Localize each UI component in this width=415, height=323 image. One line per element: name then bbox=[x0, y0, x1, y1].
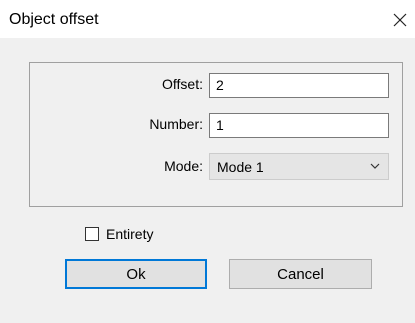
entirety-checkbox[interactable] bbox=[85, 227, 99, 241]
offset-field[interactable]: 2 bbox=[209, 73, 389, 98]
offset-label: Offset: bbox=[162, 76, 203, 92]
mode-label: Mode: bbox=[164, 158, 203, 174]
cancel-button[interactable]: Cancel bbox=[229, 259, 372, 289]
number-label: Number: bbox=[149, 116, 203, 132]
entirety-label[interactable]: Entirety bbox=[106, 226, 153, 242]
ok-button[interactable]: Ok bbox=[65, 259, 207, 289]
title-bar: Object offset bbox=[0, 0, 415, 38]
close-icon bbox=[393, 13, 407, 27]
mode-select[interactable]: Mode 1 bbox=[209, 153, 389, 180]
dialog-title: Object offset bbox=[9, 11, 99, 28]
object-offset-dialog: Object offset Offset: 2 Number: 1 Mode: … bbox=[0, 0, 415, 323]
close-button[interactable] bbox=[385, 6, 415, 34]
dialog-body: Offset: 2 Number: 1 Mode: Mode 1 Entiret… bbox=[0, 38, 415, 323]
mode-select-value: Mode 1 bbox=[217, 159, 264, 175]
parameters-group: Offset: 2 Number: 1 Mode: Mode 1 bbox=[29, 62, 403, 207]
number-field[interactable]: 1 bbox=[209, 113, 389, 138]
chevron-down-icon bbox=[370, 163, 380, 169]
